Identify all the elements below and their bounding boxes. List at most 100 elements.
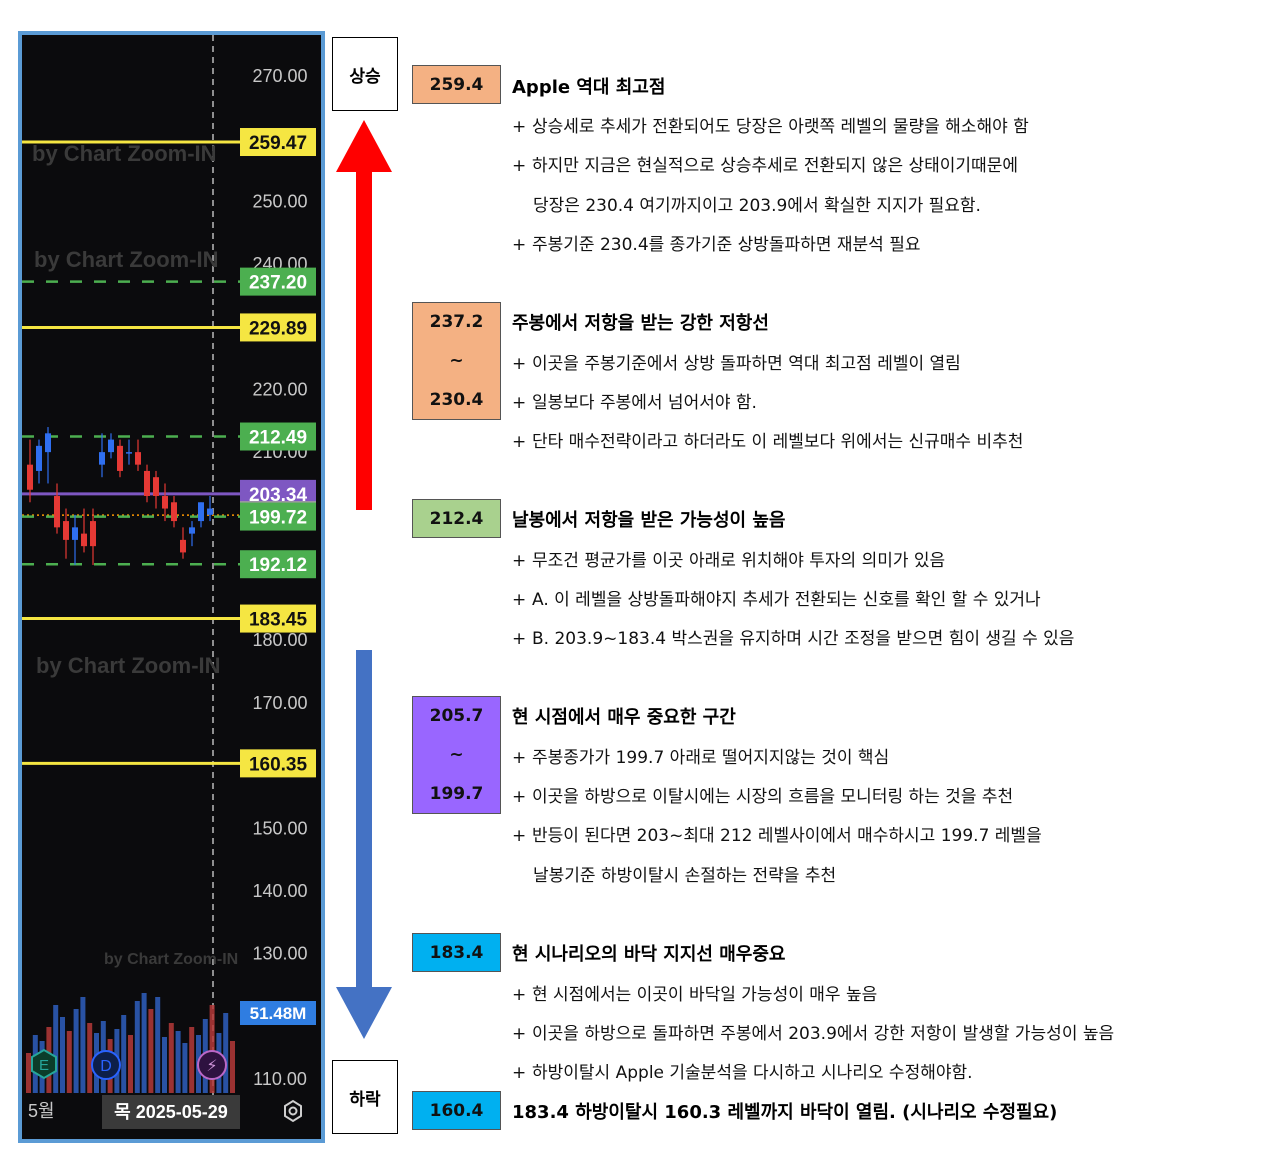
- earnings-marker[interactable]: E: [31, 1048, 57, 1080]
- volume-bar: [230, 1041, 235, 1093]
- volume-bar: [128, 1035, 133, 1093]
- y-axis-tick-label: 220.00: [252, 379, 307, 399]
- bullet-plus: +: [512, 826, 527, 846]
- level-price-label: 183.45: [249, 610, 308, 631]
- section-bullet: + 주봉종가가 199.7 아래로 떨어지지않는 것이 핵심: [512, 743, 889, 768]
- candle-body: [162, 496, 168, 509]
- candle-body: [126, 452, 132, 454]
- bullet-plus: +: [512, 1063, 527, 1083]
- bullet-plus: +: [512, 117, 527, 137]
- candle-body: [117, 445, 123, 471]
- section-bullet: + 단타 매수전략이라고 하더라도 이 레벨보다 위에서는 신규매수 비추천: [512, 427, 1023, 452]
- bullet-plus: +: [512, 1024, 527, 1044]
- y-axis-tick-label: 130.00: [252, 944, 307, 964]
- level-box-line: 199.7: [429, 783, 484, 804]
- date-label: 목 2025-05-29: [114, 1102, 228, 1122]
- earnings-marker-label: E: [39, 1057, 49, 1074]
- section-bullet: + 반등이 된다면 203~최대 212 레벨사이에서 매수하시고 199.7 레…: [512, 821, 1042, 846]
- candle-body: [90, 521, 96, 547]
- volume-bar: [189, 1027, 195, 1093]
- section-heading-183: 현 시나리오의 바닥 지지선 매우중요: [512, 944, 786, 965]
- volume-bar: [80, 997, 86, 1093]
- level-price-label: 229.89: [249, 318, 307, 339]
- bullet-plus: +: [512, 551, 527, 571]
- scenario-up-label: 상승: [332, 37, 398, 111]
- bullet-text: 주봉기준 230.4를 종가기준 상방돌파하면 재분석 필요: [532, 235, 921, 255]
- candle-body: [207, 508, 213, 515]
- volume-bar: [141, 993, 147, 1093]
- section-heading-160: 183.4 하방이탈시 160.3 레벨까지 바닥이 열림. (시나리오 수정필…: [512, 1102, 1058, 1123]
- bullet-plus: +: [512, 393, 527, 413]
- level-price-label: 259.47: [249, 133, 307, 154]
- candle-body: [81, 533, 87, 547]
- level-box-line: 205.7: [429, 706, 484, 727]
- bullet-plus: +: [512, 629, 527, 649]
- volume-bar: [148, 1009, 154, 1093]
- volume-bar: [223, 1013, 229, 1093]
- level-box-259: 259.4: [412, 65, 501, 104]
- volume-bar: [73, 1009, 79, 1093]
- bullet-text: 이곳을 하방으로 돌파하면 주봉에서 203.9에서 강한 저항이 발생할 가능…: [532, 1024, 1115, 1044]
- y-axis-tick-label: 140.00: [252, 881, 307, 901]
- section-bullet: + B. 203.9~183.4 박스권을 유지하며 시간 조정을 받으면 힘이 …: [512, 624, 1074, 649]
- down-arrow: [336, 650, 392, 1039]
- bullet-plus: +: [512, 156, 527, 176]
- volume-bar: [182, 1043, 188, 1093]
- bullet-text: 주봉종가가 199.7 아래로 떨어지지않는 것이 핵심: [532, 748, 890, 768]
- candle-body: [180, 539, 186, 553]
- level-box-line: ~: [449, 350, 464, 371]
- level-price-label: 199.72: [249, 508, 307, 529]
- bullet-text: A. 이 레벨을 상방돌파해야지 추세가 전환되는 신호를 확인 할 수 있거나: [532, 590, 1041, 610]
- bullet-plus: +: [512, 787, 527, 807]
- candle-body: [144, 470, 150, 497]
- candle-body: [198, 502, 204, 522]
- dividend-marker[interactable]: D: [91, 1050, 121, 1080]
- scenario-arrows: [336, 120, 392, 1039]
- bullet-text: 날봉기준 하방이탈시 손절하는 전략을 추천: [533, 866, 837, 886]
- up-arrow: [336, 120, 392, 510]
- price-chart[interactable]: by Chart Zoom-IN by Chart Zoom-IN by Chart…: [18, 31, 325, 1143]
- section-bullet: + 주봉기준 230.4를 종가기준 상방돌파하면 재분석 필요: [512, 230, 921, 255]
- price-chart-canvas[interactable]: by Chart Zoom-IN by Chart Zoom-IN by Chart…: [22, 35, 321, 1139]
- level-box-line: 259.4: [429, 74, 484, 95]
- watermark-text: by Chart Zoom-IN: [34, 247, 219, 272]
- flash-icon: ⚡: [206, 1056, 217, 1075]
- bullet-text: 하방이탈시 Apple 기술분석을 다시하고 시나리오 수정해야함.: [532, 1063, 973, 1083]
- section-bullet: + 상승세로 추세가 전환되어도 당장은 아랫쪽 레벨의 물량을 해소해야 함: [512, 112, 1029, 137]
- bullet-plus: +: [512, 985, 527, 1005]
- candle-body: [54, 496, 60, 528]
- section-bullet: + 이곳을 하방으로 이탈시에는 시장의 흐름을 모니터링 하는 것을 추천: [512, 782, 1013, 807]
- candle-body: [171, 502, 177, 522]
- level-box-line: ~: [449, 744, 464, 765]
- level-box-line: 237.2: [429, 312, 484, 333]
- volume-bar: [134, 1001, 140, 1093]
- candle-body: [135, 452, 141, 465]
- bullet-plus: +: [512, 235, 527, 255]
- volume-label: 51.48M: [250, 1004, 307, 1023]
- section-bullet: + 이곳을 하방으로 돌파하면 주봉에서 203.9에서 강한 저항이 발생할 가…: [512, 1019, 1114, 1044]
- volume-bar: [175, 1031, 181, 1093]
- level-box-line: 183.4: [429, 942, 484, 963]
- level-price-label: 212.49: [249, 428, 307, 449]
- section-bullet: + 하지만 지금은 현실적으로 상승추세로 전환되지 않은 상태이기때문에: [512, 151, 1018, 176]
- bullet-plus: +: [512, 432, 527, 452]
- bullet-plus: +: [512, 748, 527, 768]
- level-box-line: 212.4: [429, 508, 484, 529]
- bullet-text: 반등이 된다면 203~최대 212 레벨사이에서 매수하시고 199.7 레벨…: [532, 826, 1042, 846]
- section-bullet: + 무조건 평균가를 이곳 아래로 위치해야 투자의 의미가 있음: [512, 546, 945, 571]
- y-axis-tick-label: 110.00: [253, 1069, 307, 1089]
- level-box-205-199: 205.7 ~ 199.7: [412, 696, 501, 814]
- volume-bar: [87, 1023, 93, 1093]
- event-flash-marker[interactable]: ⚡: [197, 1050, 227, 1080]
- candle-body: [72, 527, 78, 540]
- candle-body: [36, 445, 42, 471]
- volume-bar: [60, 1017, 65, 1093]
- candle-body: [45, 433, 51, 453]
- bullet-text: 하지만 지금은 현실적으로 상승추세로 전환되지 않은 상태이기때문에: [532, 156, 1018, 176]
- section-bullet: + 일봉보다 주봉에서 넘어서야 함.: [512, 388, 757, 413]
- bullet-text: 일봉보다 주봉에서 넘어서야 함.: [532, 393, 757, 413]
- y-axis-tick-label: 180.00: [252, 630, 307, 650]
- volume-bar: [121, 1015, 127, 1093]
- y-axis-tick-label: 250.00: [252, 191, 307, 211]
- bullet-text: B. 203.9~183.4 박스권을 유지하며 시간 조정을 받으면 힘이 생…: [532, 629, 1075, 649]
